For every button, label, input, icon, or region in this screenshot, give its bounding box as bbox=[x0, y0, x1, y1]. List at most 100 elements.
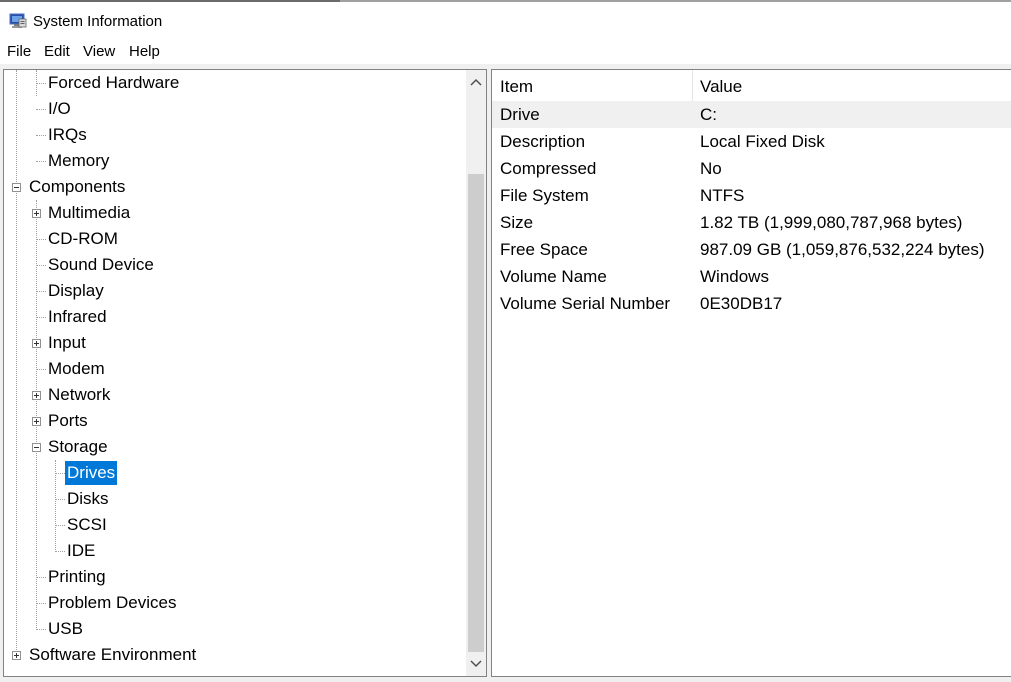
tree-item-software-environment[interactable]: Software Environment bbox=[4, 642, 464, 668]
tree-item-components[interactable]: Components bbox=[4, 174, 464, 200]
collapse-icon[interactable] bbox=[12, 183, 21, 192]
tree-item-label: SCSI bbox=[67, 515, 107, 534]
tree-item-sound-device[interactable]: Sound Device bbox=[4, 252, 464, 278]
column-header-item[interactable]: Item bbox=[493, 70, 533, 101]
tree-item-modem[interactable]: Modem bbox=[4, 356, 464, 382]
tree-item-disks[interactable]: Disks bbox=[4, 486, 464, 512]
item-cell: Volume Serial Number bbox=[500, 294, 671, 313]
window-bottom-border bbox=[0, 677, 1011, 682]
tree-vertical-scrollbar[interactable] bbox=[466, 70, 486, 676]
tree-item-display[interactable]: Display bbox=[4, 278, 464, 304]
tree-item-label: Infrared bbox=[48, 307, 107, 326]
tree-item-label: Multimedia bbox=[48, 203, 131, 222]
tree-item-problem-devices[interactable]: Problem Devices bbox=[4, 590, 464, 616]
tree-item-label: Components bbox=[29, 177, 126, 196]
expand-icon[interactable] bbox=[12, 651, 21, 660]
table-row[interactable]: Compressed No bbox=[492, 155, 1011, 182]
scroll-thumb[interactable] bbox=[468, 174, 484, 652]
tree-item-label: Network bbox=[48, 385, 111, 404]
tree-connector bbox=[36, 109, 46, 111]
category-tree[interactable]: Forced Hardware I/O IRQs Memory Componen… bbox=[3, 69, 487, 677]
value-cell: NTFS bbox=[700, 186, 745, 205]
tree-item-cd-rom[interactable]: CD-ROM bbox=[4, 226, 464, 252]
tree-item-input[interactable]: Input bbox=[4, 330, 464, 356]
tree-item-label: IRQs bbox=[48, 125, 87, 144]
list-header: Item Value bbox=[492, 70, 1011, 101]
tree-item-label: Drives bbox=[65, 461, 118, 485]
menu-file[interactable]: File bbox=[6, 43, 32, 61]
tree-item-label: Printing bbox=[48, 567, 106, 586]
tree-connector bbox=[55, 525, 65, 527]
tree-item-label: Display bbox=[48, 281, 104, 300]
tree-item-multimedia[interactable]: Multimedia bbox=[4, 200, 464, 226]
expand-icon[interactable] bbox=[32, 417, 41, 426]
tree-item-io[interactable]: I/O bbox=[4, 96, 464, 122]
tree-item-label: Ports bbox=[48, 411, 88, 430]
table-row[interactable]: File System NTFS bbox=[492, 182, 1011, 209]
tree-item-forced-hardware[interactable]: Forced Hardware bbox=[4, 70, 464, 96]
tree-connector bbox=[55, 473, 65, 475]
tree-item-ide[interactable]: IDE bbox=[4, 538, 464, 564]
tree-item-storage[interactable]: Storage bbox=[4, 434, 464, 460]
tree-connector bbox=[36, 629, 46, 631]
scroll-up-icon[interactable] bbox=[466, 72, 486, 92]
title-bar[interactable]: System Information bbox=[0, 2, 1011, 40]
value-cell: Local Fixed Disk bbox=[700, 132, 825, 151]
value-cell: Windows bbox=[700, 267, 769, 286]
table-row[interactable]: Description Local Fixed Disk bbox=[492, 128, 1011, 155]
expand-icon[interactable] bbox=[32, 391, 41, 400]
tree-connector bbox=[55, 499, 65, 501]
column-header-value[interactable]: Value bbox=[693, 70, 742, 101]
table-row[interactable]: Free Space 987.09 GB (1,059,876,532,224 … bbox=[492, 236, 1011, 263]
details-list[interactable]: Item Value Drive C: Description Local Fi… bbox=[491, 69, 1011, 677]
tree-item-label: Forced Hardware bbox=[48, 73, 180, 92]
menu-view[interactable]: View bbox=[82, 43, 116, 61]
tree-item-drives[interactable]: Drives bbox=[4, 460, 464, 486]
tree-item-scsi[interactable]: SCSI bbox=[4, 512, 464, 538]
item-cell: Drive bbox=[500, 105, 540, 124]
tree-item-memory[interactable]: Memory bbox=[4, 148, 464, 174]
table-row[interactable]: Volume Serial Number 0E30DB17 bbox=[492, 290, 1011, 317]
menu-help[interactable]: Help bbox=[128, 43, 161, 61]
tree-item-irqs[interactable]: IRQs bbox=[4, 122, 464, 148]
chevron-down-icon bbox=[470, 660, 482, 668]
value-cell: 1.82 TB (1,999,080,787,968 bytes) bbox=[700, 213, 963, 232]
system-information-icon bbox=[9, 13, 27, 28]
tree-item-usb[interactable]: USB bbox=[4, 616, 464, 642]
tree-item-infrared[interactable]: Infrared bbox=[4, 304, 464, 330]
item-cell: Compressed bbox=[500, 159, 597, 178]
tree-item-label: I/O bbox=[48, 99, 71, 118]
tree-item-printing[interactable]: Printing bbox=[4, 564, 464, 590]
item-cell: Description bbox=[500, 132, 586, 151]
tree-connector bbox=[36, 161, 46, 163]
tree-item-label: Software Environment bbox=[29, 645, 197, 664]
tree-item-label: Storage bbox=[48, 437, 108, 456]
tree-connector bbox=[36, 603, 46, 605]
value-cell: No bbox=[700, 159, 722, 178]
scroll-down-icon[interactable] bbox=[466, 654, 486, 674]
table-row[interactable]: Volume Name Windows bbox=[492, 263, 1011, 290]
tree-item-label: Problem Devices bbox=[48, 593, 177, 612]
collapse-icon[interactable] bbox=[32, 443, 41, 452]
tree-connector bbox=[55, 551, 65, 553]
expand-icon[interactable] bbox=[32, 209, 41, 218]
chevron-up-icon bbox=[470, 78, 482, 86]
tree-item-ports[interactable]: Ports bbox=[4, 408, 464, 434]
table-row[interactable]: Drive C: bbox=[492, 101, 1011, 128]
tree-connector bbox=[36, 577, 46, 579]
tree-connector bbox=[36, 291, 46, 293]
tree-item-label: Memory bbox=[48, 151, 110, 170]
menu-bar: File Edit View Help bbox=[0, 40, 1011, 64]
tree-connector bbox=[36, 239, 46, 241]
menu-edit[interactable]: Edit bbox=[43, 43, 71, 61]
expand-icon[interactable] bbox=[32, 339, 41, 348]
tree-item-label: Modem bbox=[48, 359, 105, 378]
table-row[interactable]: Size 1.82 TB (1,999,080,787,968 bytes) bbox=[492, 209, 1011, 236]
tree-item-label: USB bbox=[48, 619, 83, 638]
tree-connector bbox=[36, 83, 46, 85]
tree-connector bbox=[36, 369, 46, 371]
value-cell: 987.09 GB (1,059,876,532,224 bytes) bbox=[700, 240, 985, 259]
tree-item-label: IDE bbox=[67, 541, 96, 560]
tree-item-network[interactable]: Network bbox=[4, 382, 464, 408]
item-cell: Free Space bbox=[500, 240, 588, 259]
